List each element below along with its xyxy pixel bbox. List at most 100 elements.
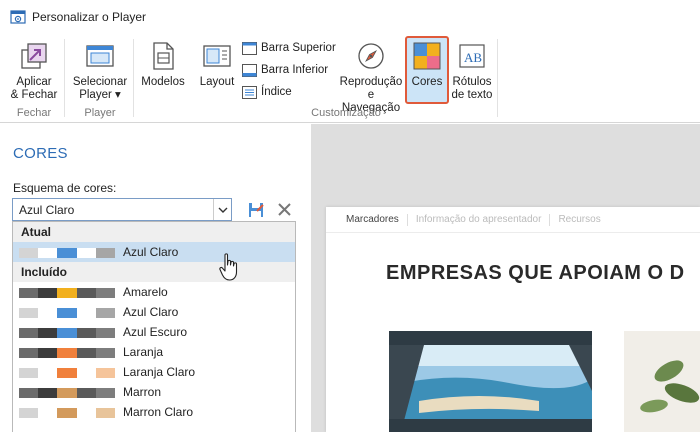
tab-resources[interactable]: Recursos <box>558 214 608 226</box>
templates-icon <box>146 39 180 73</box>
group-separator <box>497 39 498 117</box>
index-label: Índice <box>261 86 292 98</box>
group-label-player: Player <box>84 107 116 119</box>
list-item[interactable]: Azul Escuro <box>13 322 295 342</box>
group-separator <box>133 39 134 117</box>
slide-heading: EMPRESAS QUE APOIAM O D <box>386 262 685 284</box>
list-item-label: Laranja <box>123 345 164 359</box>
bottom-bar-button[interactable]: Barra Inferior <box>242 61 328 79</box>
top-bar-button[interactable]: Barra Superior <box>242 39 336 57</box>
included-list: Amarelo Azul Claro Azul Escuro Laranja Laran… <box>13 282 295 422</box>
color-scheme-dropdown: Atual Azul Claro Incluído Amarelo Azul Cl… <box>12 221 296 432</box>
group-label-customizacao: Customização <box>311 107 381 119</box>
list-item-label: Laranja Claro <box>123 365 196 379</box>
text-labels-button[interactable]: AB Rótulos de texto <box>450 39 494 102</box>
select-player-button[interactable]: Selecionar Player ▾ <box>70 39 130 102</box>
swatch-color <box>95 368 116 378</box>
color-swatch <box>19 288 116 298</box>
swatch-color <box>57 308 77 318</box>
apply-close-label-2: & Fechar <box>10 89 58 101</box>
apply-close-icon <box>17 39 51 73</box>
color-swatch <box>19 348 116 358</box>
index-button[interactable]: Índice <box>242 83 292 101</box>
swatch-color <box>95 308 116 318</box>
colors-button[interactable]: Cores <box>405 39 449 89</box>
tab-presenter-info[interactable]: Informação do apresentador <box>416 213 551 226</box>
color-swatch <box>19 308 116 318</box>
player-window-icon <box>83 39 117 73</box>
swatch-color <box>76 388 96 398</box>
layout-label: Layout <box>199 76 235 88</box>
swatch-color <box>57 288 77 298</box>
apply-close-button[interactable]: Aplicar & Fechar <box>8 39 60 102</box>
layout-button[interactable]: Layout <box>196 39 238 89</box>
index-icon <box>242 85 257 99</box>
swatch-color <box>19 328 39 338</box>
list-item-label: Marron <box>123 385 162 399</box>
chevron-down-icon[interactable] <box>213 199 231 220</box>
tab-markers[interactable]: Marcadores <box>346 213 408 226</box>
color-swatch <box>19 248 116 258</box>
swatch-color <box>38 408 58 418</box>
swatch-color <box>38 288 58 298</box>
list-item-label: Marron Claro <box>123 405 194 419</box>
list-item-label: Azul Claro <box>123 305 179 319</box>
apply-close-label-1: Aplicar <box>16 76 52 88</box>
list-item[interactable]: Laranja <box>13 342 295 362</box>
color-scheme-value: Azul Claro <box>19 203 75 217</box>
layout-icon <box>200 39 234 73</box>
swatch-color <box>19 408 39 418</box>
text-labels-label-2: de texto <box>451 89 493 101</box>
group-separator <box>64 39 65 117</box>
swatch-color <box>38 388 58 398</box>
list-item[interactable]: Azul Claro <box>13 302 295 322</box>
list-item[interactable]: Amarelo <box>13 282 295 302</box>
hand-cursor-icon <box>219 253 238 281</box>
swatch-color <box>57 348 77 358</box>
list-item-label: Azul Escuro <box>123 325 188 339</box>
swatch-color <box>95 248 116 258</box>
swatch-color <box>38 348 58 358</box>
swatch-color <box>19 348 39 358</box>
list-item[interactable]: Laranja Claro <box>13 362 295 382</box>
swatch-color <box>38 248 58 258</box>
list-item-current[interactable]: Azul Claro <box>13 242 295 262</box>
color-scheme-select[interactable]: Azul Claro <box>12 198 232 221</box>
save-scheme-icon[interactable] <box>248 202 264 218</box>
swatch-color <box>95 328 116 338</box>
color-swatch <box>19 408 116 418</box>
swatch-color <box>95 288 116 298</box>
list-item[interactable]: Marron <box>13 382 295 402</box>
bottom-bar-label: Barra Inferior <box>261 64 329 76</box>
select-player-label-1: Selecionar <box>72 76 128 88</box>
preview-area: Marcadores Informação do apresentador Re… <box>311 124 700 432</box>
playback-navigation-button[interactable]: Reprodução e Navegação <box>338 39 404 115</box>
list-item[interactable]: Marron Claro <box>13 402 295 422</box>
templates-label: Modelos <box>141 76 185 88</box>
swatch-color <box>57 408 77 418</box>
list-item-label: Azul Claro <box>123 245 179 259</box>
swatch-color <box>19 288 39 298</box>
group-included: Incluído <box>13 262 295 282</box>
group-label-fechar: Fechar <box>16 107 52 119</box>
svg-text:AB: AB <box>464 50 482 65</box>
settings-window-icon <box>10 9 26 24</box>
templates-button[interactable]: Modelos <box>138 39 188 89</box>
swatch-color <box>19 368 39 378</box>
panel-heading: CORES <box>13 145 68 162</box>
swatch-color <box>38 368 58 378</box>
swatch-color <box>95 388 116 398</box>
colors-panel: CORES Esquema de cores: Azul Claro Atual… <box>0 124 311 432</box>
group-current: Atual <box>13 222 295 242</box>
swatch-color <box>38 328 58 338</box>
color-swatch <box>19 328 116 338</box>
swatch-color <box>57 388 77 398</box>
player-preview: Marcadores Informação do apresentador Re… <box>326 207 700 432</box>
color-scheme-label: Esquema de cores: <box>13 181 117 195</box>
top-bar-icon <box>242 41 257 55</box>
swatch-color <box>76 368 96 378</box>
swatch-color <box>76 288 96 298</box>
delete-scheme-icon[interactable] <box>277 202 292 217</box>
colors-label: Cores <box>411 76 443 88</box>
playback-label-1: Reprodução <box>339 76 403 88</box>
